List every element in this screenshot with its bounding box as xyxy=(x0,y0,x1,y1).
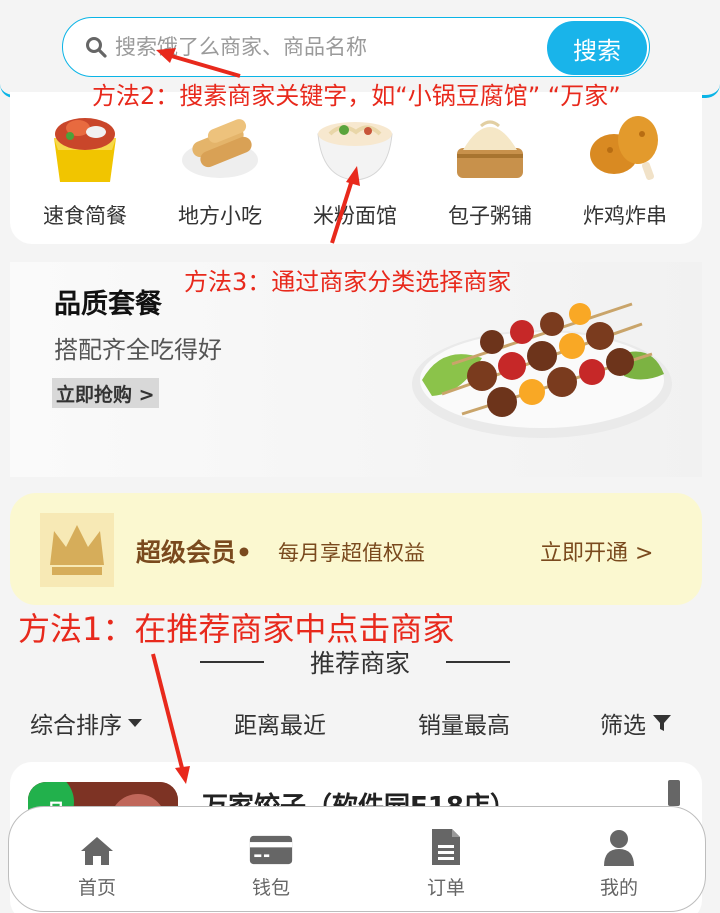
sort-distance[interactable]: 距离最近 xyxy=(234,706,326,740)
home-icon xyxy=(75,827,119,867)
category-label: 炸鸡炸串 xyxy=(583,204,667,228)
category-label: 地方小吃 xyxy=(178,204,262,228)
bottom-tab-bar: 首页 钱包 订单 我的 xyxy=(8,806,706,912)
sort-bar: 综合排序 距离最近 销量最高 筛选 xyxy=(0,706,720,746)
fried-chicken-icon xyxy=(590,116,658,180)
tab-label: 首页 xyxy=(77,877,116,899)
sort-label: 综合排序 xyxy=(30,713,122,739)
fast-food-icon xyxy=(54,118,116,182)
tab-orders[interactable]: 订单 xyxy=(396,827,496,900)
wallet-icon xyxy=(249,827,293,867)
sort-sales[interactable]: 销量最高 xyxy=(418,706,510,740)
category-fast-food[interactable]: 速食简餐 xyxy=(20,104,150,234)
noodle-icon xyxy=(317,122,393,181)
category-bun[interactable]: 包子粥铺 xyxy=(425,104,555,234)
category-label: 包子粥铺 xyxy=(448,204,532,228)
user-icon xyxy=(597,827,641,867)
annotation-method-2: 方法2：搜素商家关键字，如“小锅豆腐馆” “万家” xyxy=(92,82,621,110)
promo-subtitle: 搭配齐全吃得好 xyxy=(54,336,222,364)
search-button[interactable]: 搜索 xyxy=(547,21,647,75)
annotation-method-1: 方法1：在推荐商家中点击商家 xyxy=(18,610,455,648)
promo-buy-button[interactable]: 立即抢购 > xyxy=(52,378,159,408)
tab-label: 钱包 xyxy=(251,877,290,899)
crown-icon xyxy=(40,513,114,587)
category-label: 速食简餐 xyxy=(43,204,127,228)
category-noodle[interactable]: 米粉面馆 xyxy=(290,104,420,234)
search-box[interactable]: 搜索 xyxy=(62,17,650,77)
local-snack-icon xyxy=(182,119,258,178)
vip-open-button[interactable]: 立即开通 > xyxy=(540,535,653,567)
vip-title: 超级会员• xyxy=(136,538,252,567)
tab-label: 订单 xyxy=(426,877,465,899)
sort-label: 距离最近 xyxy=(234,713,326,739)
tab-profile[interactable]: 我的 xyxy=(569,827,669,900)
promo-title: 品质套餐 xyxy=(54,289,162,320)
kebab-plate-image xyxy=(412,302,672,438)
filter-icon xyxy=(653,715,671,731)
vip-description: 每月享超值权益 xyxy=(278,541,425,565)
sort-label: 筛选 xyxy=(600,713,646,739)
vip-banner[interactable]: 超级会员• 每月享超值权益 立即开通 > xyxy=(10,493,702,605)
sort-label: 销量最高 xyxy=(418,713,510,739)
sort-default[interactable]: 综合排序 xyxy=(30,706,142,740)
bun-icon xyxy=(457,120,523,178)
sort-filter[interactable]: 筛选 xyxy=(600,706,672,740)
section-divider xyxy=(446,661,510,663)
category-label: 米粉面馆 xyxy=(313,204,397,228)
caret-down-icon xyxy=(128,719,142,727)
category-local-snack[interactable]: 地方小吃 xyxy=(155,104,285,234)
category-panel: 速食简餐 地方小吃 米粉面馆 包子粥铺 炸鸡炸串 xyxy=(10,92,702,244)
tab-home[interactable]: 首页 xyxy=(47,827,147,900)
tab-wallet[interactable]: 钱包 xyxy=(221,827,321,900)
bookmark-icon[interactable] xyxy=(668,780,680,806)
annotation-method-3: 方法3：通过商家分类选择商家 xyxy=(184,268,512,296)
order-icon xyxy=(424,827,468,867)
search-icon xyxy=(85,36,107,58)
category-fried-chicken[interactable]: 炸鸡炸串 xyxy=(560,104,690,234)
tab-label: 我的 xyxy=(599,877,638,899)
